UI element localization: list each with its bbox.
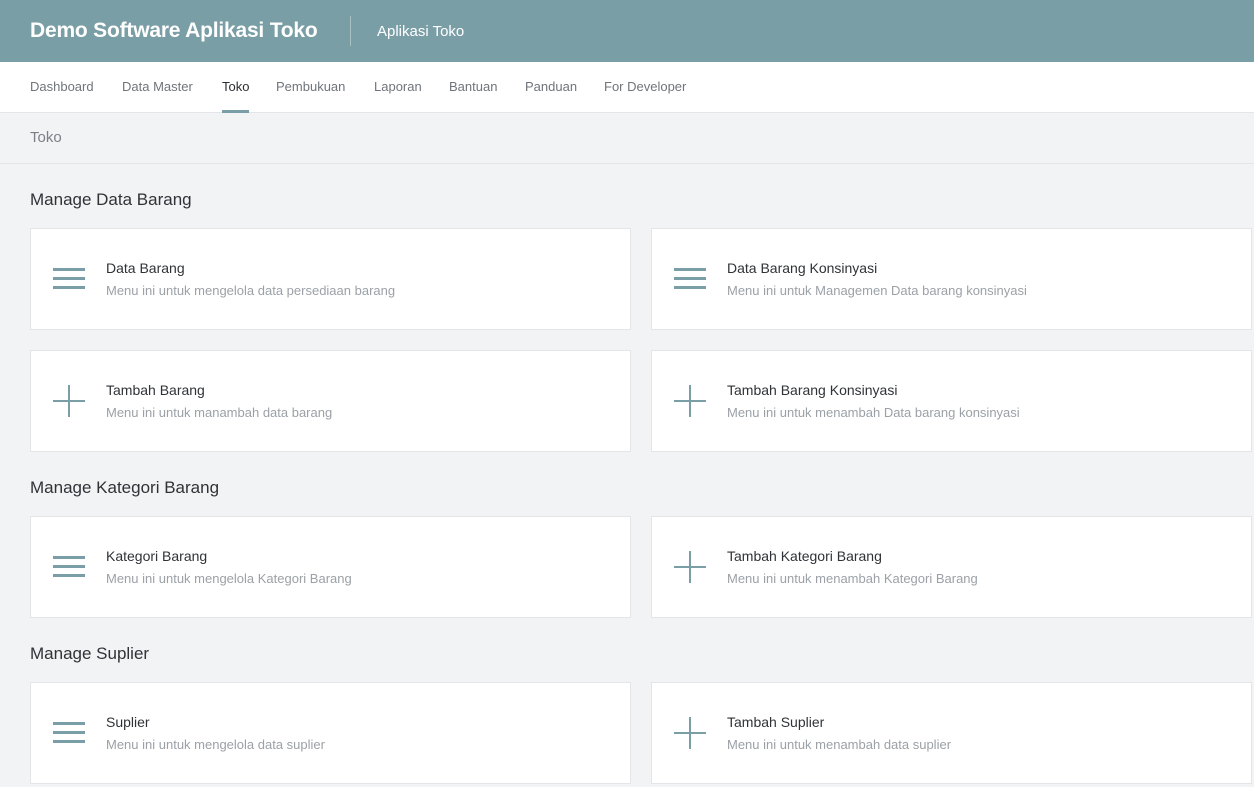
card-description: Menu ini untuk mengelola data persediaan… [106, 283, 396, 298]
main-nav: Dashboard Data Master Toko Pembukuan Lap… [0, 62, 1254, 113]
nav-item-toko[interactable]: Toko [222, 62, 250, 113]
card-title: Tambah Barang Konsinyasi [727, 382, 898, 398]
nav-item-data-master[interactable]: Data Master [122, 62, 193, 113]
plus-icon [673, 550, 707, 584]
card-description: Menu ini untuk menambah Kategori Barang [727, 571, 978, 586]
card-tambah-barang-konsinyasi[interactable]: Tambah Barang Konsinyasi Menu ini untuk … [651, 350, 1252, 452]
card-suplier[interactable]: Suplier Menu ini untuk mengelola data su… [30, 682, 631, 784]
card-title: Kategori Barang [106, 548, 208, 564]
nav-item-for-developer[interactable]: For Developer [604, 62, 686, 113]
plus-icon [673, 384, 707, 418]
section-title-suplier: Manage Suplier [30, 644, 150, 663]
nav-item-laporan[interactable]: Laporan [374, 62, 422, 113]
nav-item-pembukuan[interactable]: Pembukuan [276, 62, 345, 113]
app-name: Aplikasi Toko [377, 22, 465, 40]
card-description: Menu ini untuk menambah data suplier [727, 737, 952, 752]
nav-item-dashboard[interactable]: Dashboard [30, 62, 94, 113]
card-data-barang[interactable]: Data Barang Menu ini untuk mengelola dat… [30, 228, 631, 330]
section-title-data-barang: Manage Data Barang [30, 190, 192, 209]
nav-item-bantuan[interactable]: Bantuan [449, 62, 497, 113]
card-data-barang-konsinyasi[interactable]: Data Barang Konsinyasi Menu ini untuk Ma… [651, 228, 1252, 330]
nav-item-panduan[interactable]: Panduan [525, 62, 577, 113]
card-tambah-suplier[interactable]: Tambah Suplier Menu ini untuk menambah d… [651, 682, 1252, 784]
card-description: Menu ini untuk mengelola Kategori Barang [106, 571, 352, 586]
card-description: Menu ini untuk manambah data barang [106, 405, 333, 420]
card-title: Suplier [106, 714, 150, 730]
card-title: Data Barang [106, 260, 185, 276]
card-tambah-barang[interactable]: Tambah Barang Menu ini untuk manambah da… [30, 350, 631, 452]
brand-title[interactable]: Demo Software Aplikasi Toko [0, 19, 350, 43]
menu-icon [52, 262, 86, 296]
card-kategori-barang[interactable]: Kategori Barang Menu ini untuk mengelola… [30, 516, 631, 618]
card-title: Tambah Kategori Barang [727, 548, 882, 564]
card-description: Menu ini untuk menambah Data barang kons… [727, 405, 1020, 420]
breadcrumb: Toko [0, 113, 1254, 164]
section-title-kategori-barang: Manage Kategori Barang [30, 478, 220, 497]
card-title: Data Barang Konsinyasi [727, 260, 878, 276]
menu-icon [52, 550, 86, 584]
top-header-bar: Demo Software Aplikasi Toko Aplikasi Tok… [0, 0, 1254, 62]
plus-icon [673, 716, 707, 750]
menu-icon [52, 716, 86, 750]
card-tambah-kategori-barang[interactable]: Tambah Kategori Barang Menu ini untuk me… [651, 516, 1252, 618]
card-description: Menu ini untuk Managemen Data barang kon… [727, 283, 1027, 298]
card-title: Tambah Suplier [727, 714, 825, 730]
plus-icon [52, 384, 86, 418]
menu-icon [673, 262, 707, 296]
card-description: Menu ini untuk mengelola data suplier [106, 737, 325, 752]
card-title: Tambah Barang [106, 382, 205, 398]
